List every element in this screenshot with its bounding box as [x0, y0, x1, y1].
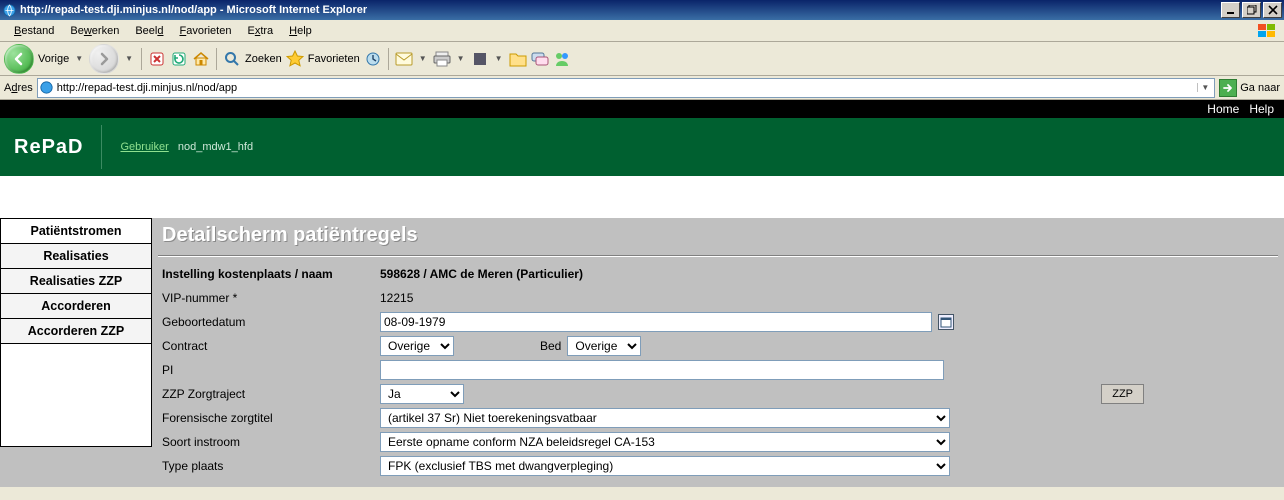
select-type-plaats[interactable]: FPK (exclusief TBS met dwangverpleging) [380, 456, 950, 476]
print-dropdown[interactable]: ▼ [455, 54, 467, 63]
label-zzp-zorgtraject: ZZP Zorgtraject [162, 387, 380, 401]
menu-beeld[interactable]: Beeld [127, 23, 171, 39]
discuss-icon[interactable] [531, 50, 549, 68]
messenger-icon[interactable] [553, 50, 571, 68]
mail-dropdown[interactable]: ▼ [417, 54, 429, 63]
back-button[interactable] [4, 44, 34, 74]
search-label[interactable]: Zoeken [245, 53, 282, 65]
go-label: Ga naar [1240, 82, 1280, 94]
label-bed: Bed [540, 339, 561, 353]
favorites-label[interactable]: Favorieten [308, 53, 360, 65]
window-minimize-button[interactable] [1221, 2, 1240, 18]
menu-extra[interactable]: Extra [239, 23, 281, 39]
sidebar-tab-patientstromen[interactable]: Patiëntstromen [1, 219, 151, 244]
forward-button[interactable] [89, 44, 119, 74]
zzp-button[interactable]: ZZP [1101, 384, 1144, 404]
back-dropdown[interactable]: ▼ [73, 54, 85, 63]
label-vip: VIP-nummer * [162, 291, 380, 305]
select-contract[interactable]: Overige [380, 336, 454, 356]
window-titlebar: http://repad-test.dji.minjus.nl/nod/app … [0, 0, 1284, 20]
window-title: http://repad-test.dji.minjus.nl/nod/app … [20, 4, 1221, 16]
address-input[interactable] [57, 82, 1198, 94]
sidebar-tab-accorderen[interactable]: Accorderen [1, 294, 151, 319]
detail-form: Instelling kostenplaats / naam 598628 / … [152, 263, 1284, 477]
window-restore-button[interactable] [1242, 2, 1261, 18]
sidebar-tab-accorderen-zzp[interactable]: Accorderen ZZP [1, 319, 151, 344]
window-close-button[interactable] [1263, 2, 1282, 18]
folder-icon[interactable] [509, 50, 527, 68]
nav-help[interactable]: Help [1249, 102, 1274, 116]
app-header: RePaD Gebruiker nod_mdw1_hfd [0, 118, 1284, 176]
sidebar-tab-realisaties[interactable]: Realisaties [1, 244, 151, 269]
select-zzp-zorgtraject[interactable]: Ja [380, 384, 464, 404]
sidebar: Patiëntstromen Realisaties Realisaties Z… [0, 218, 152, 447]
menu-bestand[interactable]: Bestand [6, 23, 62, 39]
address-bar: Adres ▼ Ga naar [0, 76, 1284, 100]
select-soort-instroom[interactable]: Eerste opname conform NZA beleidsregel C… [380, 432, 950, 452]
select-bed[interactable]: Overige [567, 336, 641, 356]
favorites-star-icon[interactable] [286, 50, 304, 68]
user-box: Gebruiker nod_mdw1_hfd [120, 141, 253, 153]
go-button[interactable]: Ga naar [1219, 78, 1280, 98]
address-dropdown[interactable]: ▼ [1197, 83, 1212, 92]
label-forensische-zorgtitel: Forensische zorgtitel [162, 411, 380, 425]
input-geboortedatum[interactable] [380, 312, 932, 332]
label-type-plaats: Type plaats [162, 459, 380, 473]
title-divider [158, 255, 1278, 257]
label-soort-instroom: Soort instroom [162, 435, 380, 449]
refresh-icon[interactable] [170, 50, 188, 68]
print-icon[interactable] [433, 50, 451, 68]
label-pi: PI [162, 363, 380, 377]
select-forensische-zorgtitel[interactable]: (artikel 37 Sr) Niet toerekeningsvatbaar [380, 408, 950, 428]
forward-dropdown[interactable]: ▼ [123, 54, 135, 63]
page-icon [40, 81, 54, 95]
go-arrow-icon [1219, 79, 1237, 97]
menu-bar: Bestand Bewerken Beeld Favorieten Extra … [0, 20, 1284, 42]
calendar-icon[interactable] [938, 314, 954, 330]
user-label[interactable]: Gebruiker [120, 141, 168, 153]
user-value: nod_mdw1_hfd [178, 141, 253, 153]
menu-favorieten[interactable]: Favorieten [171, 23, 239, 39]
label-geboortedatum: Geboortedatum [162, 315, 380, 329]
label-instelling: Instelling kostenplaats / naam [162, 267, 380, 281]
ie-icon [2, 3, 16, 17]
menu-bewerken[interactable]: Bewerken [62, 23, 127, 39]
address-field[interactable]: ▼ [37, 78, 1216, 98]
edit-icon[interactable] [471, 50, 489, 68]
ie-toolbar: Vorige ▼ ▼ Zoeken Favorieten ▼ ▼ ▼ [0, 42, 1284, 76]
stop-icon[interactable] [148, 50, 166, 68]
edit-dropdown[interactable]: ▼ [493, 54, 505, 63]
page-title: Detailscherm patiëntregels [152, 218, 1284, 255]
menu-help[interactable]: Help [281, 23, 320, 39]
sidebar-tab-realisaties-zzp[interactable]: Realisaties ZZP [1, 269, 151, 294]
search-icon[interactable] [223, 50, 241, 68]
home-icon[interactable] [192, 50, 210, 68]
back-label: Vorige [38, 53, 69, 65]
windows-logo-icon [1256, 22, 1278, 40]
address-label: Adres [4, 82, 33, 94]
mail-icon[interactable] [395, 50, 413, 68]
brand-logo: RePaD [14, 136, 83, 159]
input-pi[interactable] [380, 360, 944, 380]
value-instelling: 598628 / AMC de Meren (Particulier) [380, 267, 583, 281]
nav-home[interactable]: Home [1207, 102, 1239, 116]
main-panel: Detailscherm patiëntregels Instelling ko… [152, 218, 1284, 487]
value-vip: 12215 [380, 291, 413, 305]
history-icon[interactable] [364, 50, 382, 68]
header-divider [101, 125, 102, 169]
label-contract: Contract [162, 339, 380, 353]
app-top-nav: Home Help [0, 100, 1284, 118]
